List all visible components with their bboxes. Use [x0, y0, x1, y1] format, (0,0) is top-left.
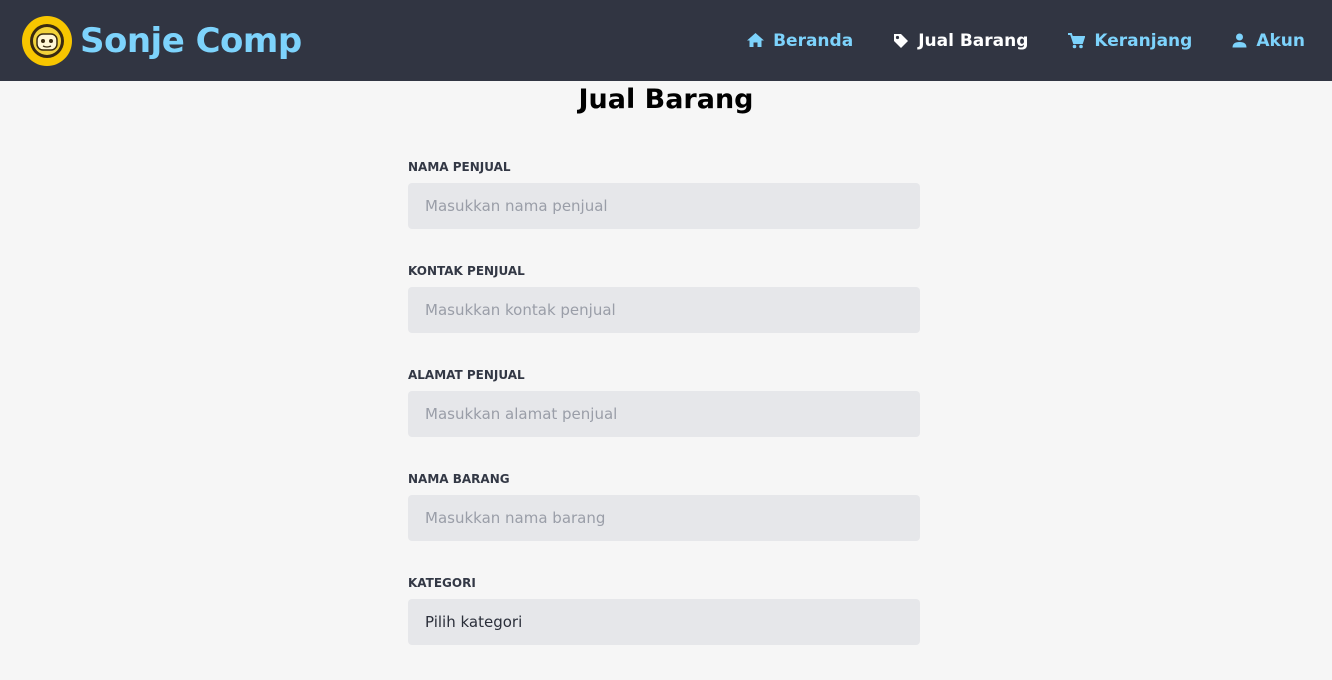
nav-links: Beranda Jual Barang Keranjang Akun [747, 31, 1310, 51]
seller-name-label: NAMA PENJUAL [408, 160, 511, 174]
nav-item-label: Jual Barang [918, 30, 1029, 51]
seller-contact-label: KONTAK PENJUAL [408, 264, 525, 278]
navbar: Sonje Comp Beranda Jual Barang Keranjang [0, 0, 1332, 81]
seller-contact-input[interactable] [408, 287, 920, 333]
cart-icon [1068, 32, 1086, 48]
robot-mascot-icon [22, 15, 72, 66]
nav-item-label: Keranjang [1094, 30, 1193, 51]
category-selected-value: Pilih kategori [425, 613, 523, 631]
seller-name-input[interactable] [408, 183, 920, 229]
user-icon [1232, 33, 1247, 48]
category-select[interactable]: Pilih kategori [408, 599, 920, 645]
nav-item-label: Beranda [773, 30, 854, 51]
home-icon [747, 33, 765, 47]
sell-item-form: NAMA PENJUAL KONTAK PENJUAL ALAMAT PENJU… [408, 160, 920, 680]
nav-item-jual-barang[interactable]: Jual Barang [893, 31, 1028, 51]
category-field-group: KATEGORI Pilih kategori [408, 576, 920, 645]
seller-name-field-group: NAMA PENJUAL [408, 160, 920, 229]
seller-address-input[interactable] [408, 391, 920, 437]
seller-contact-field-group: KONTAK PENJUAL [408, 264, 920, 333]
category-label: KATEGORI [408, 576, 476, 590]
nav-item-beranda[interactable]: Beranda [747, 31, 853, 51]
brand-name: Sonje Comp [80, 20, 302, 61]
brand-link[interactable]: Sonje Comp [22, 15, 302, 66]
seller-address-label: ALAMAT PENJUAL [408, 368, 525, 382]
tag-icon [894, 33, 909, 48]
item-name-input[interactable] [408, 495, 920, 541]
nav-item-keranjang[interactable]: Keranjang [1068, 31, 1192, 51]
nav-item-akun[interactable]: Akun [1232, 31, 1305, 51]
item-name-label: NAMA BARANG [408, 472, 510, 486]
item-name-field-group: NAMA BARANG [408, 472, 920, 541]
seller-address-field-group: ALAMAT PENJUAL [408, 368, 920, 437]
nav-item-label: Akun [1256, 30, 1305, 51]
page-title: Jual Barang [578, 84, 754, 115]
